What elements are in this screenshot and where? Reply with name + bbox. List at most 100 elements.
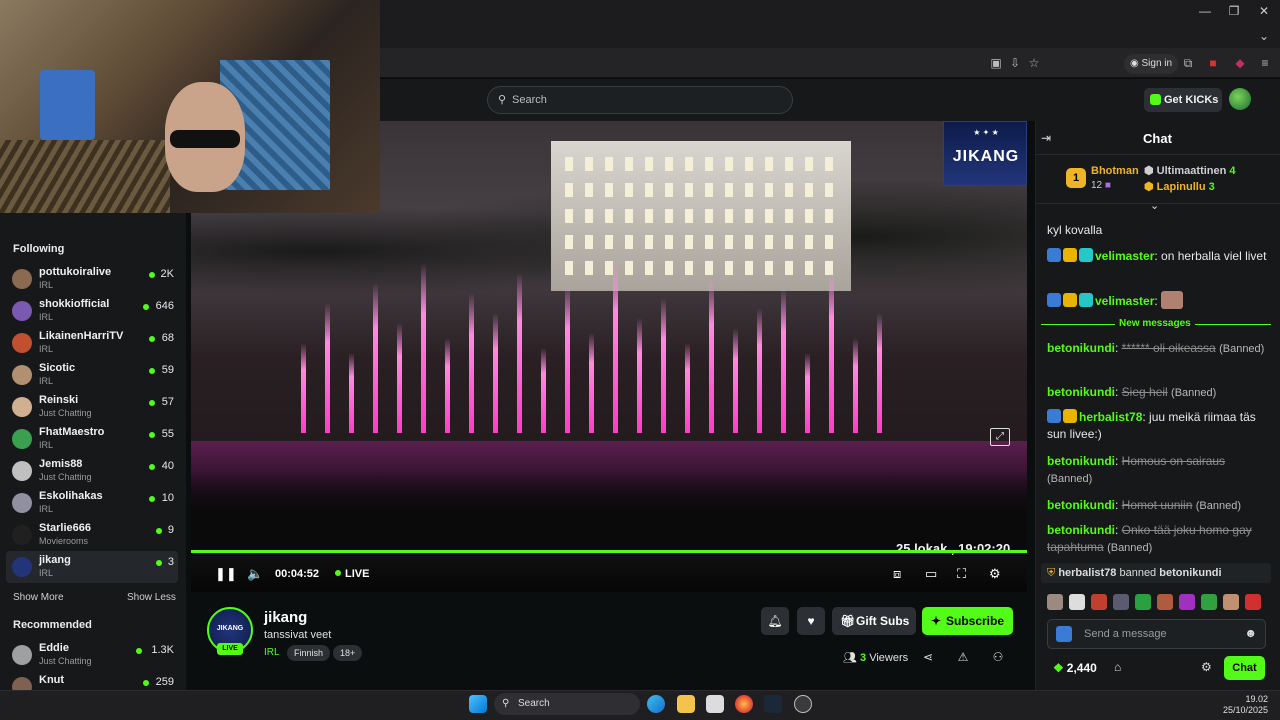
app-icon[interactable] bbox=[794, 695, 812, 713]
user-avatar[interactable] bbox=[1229, 88, 1251, 110]
channel-avatar bbox=[12, 645, 32, 665]
message-user[interactable]: velimaster bbox=[1095, 294, 1154, 308]
edge-icon[interactable] bbox=[647, 695, 665, 713]
pause-icon[interactable]: ❚❚ bbox=[215, 566, 237, 582]
restore-icon[interactable]: ❐ bbox=[1223, 4, 1245, 20]
viewer-count: 9 bbox=[167, 524, 174, 536]
show-less-link[interactable]: Show Less bbox=[127, 592, 176, 603]
emote-icon[interactable] bbox=[1179, 594, 1195, 610]
picture-in-picture-icon[interactable]: ▣ bbox=[988, 55, 1004, 71]
emote-icon[interactable] bbox=[1113, 594, 1129, 610]
sub-gift-icon: ■ bbox=[1104, 180, 1111, 191]
get-kicks-button[interactable]: Get KICKs bbox=[1144, 88, 1222, 112]
store-app-icon[interactable] bbox=[706, 695, 724, 713]
report-icon[interactable]: ⚠ bbox=[955, 650, 971, 666]
emote-icon[interactable] bbox=[1157, 594, 1173, 610]
emoji-picker-icon[interactable]: ☻ bbox=[1244, 626, 1257, 640]
gold-badge-icon: ⬢ bbox=[1144, 181, 1157, 193]
message-user[interactable]: betonikundi bbox=[1047, 523, 1115, 537]
tag-language[interactable]: Finnish bbox=[287, 645, 331, 661]
message-user[interactable]: betonikundi bbox=[1047, 498, 1115, 512]
close-window-icon[interactable]: ✕ bbox=[1253, 4, 1275, 20]
sign-in-button[interactable]: ◉ Sign in bbox=[1124, 54, 1179, 74]
fountain-jet bbox=[397, 323, 402, 433]
menu-icon[interactable]: ≡ bbox=[1257, 55, 1273, 71]
taskbar-search[interactable]: ⚲ Search bbox=[494, 693, 640, 715]
share-icon[interactable]: ⋖ bbox=[920, 650, 936, 666]
sidebar-channel-jemis88[interactable]: Jemis88 Just Chatting 40 bbox=[6, 455, 178, 487]
message-user[interactable]: betonikundi bbox=[1047, 385, 1115, 399]
stream-category[interactable]: IRL bbox=[264, 647, 280, 658]
leader-name-2[interactable]: ⬢ Ultimaattinen 4 bbox=[1144, 164, 1236, 177]
chat-message-input[interactable]: Send a message ☻ bbox=[1047, 619, 1266, 649]
emote-icon[interactable] bbox=[1069, 594, 1085, 610]
show-more-link[interactable]: Show More bbox=[13, 592, 64, 603]
leader-name-3[interactable]: ⬢ Lapinullu 3 bbox=[1144, 180, 1215, 193]
store-icon[interactable]: ⌂ bbox=[1114, 660, 1121, 674]
emote-icon[interactable] bbox=[1245, 594, 1261, 610]
downloads-icon[interactable]: ⇩ bbox=[1007, 55, 1023, 71]
clip-icon[interactable]: ⧈ bbox=[893, 566, 901, 582]
sidebar-channel-starlie666[interactable]: Starlie666 Movierooms 9 bbox=[6, 519, 178, 551]
emote-icon[interactable] bbox=[1091, 594, 1107, 610]
message-user[interactable]: velimaster bbox=[1095, 249, 1154, 263]
chat-settings-icon[interactable]: ⚙ bbox=[1201, 660, 1212, 674]
extension-badge-icon[interactable]: ■ bbox=[1205, 55, 1221, 71]
bookmark-star-icon[interactable]: ☆ bbox=[1026, 55, 1042, 71]
firefox-icon[interactable] bbox=[735, 695, 753, 713]
sidebar-channel-sicotic[interactable]: Sicotic IRL 59 bbox=[6, 359, 178, 391]
extensions-icon[interactable]: ⧉ bbox=[1180, 55, 1196, 71]
tag-age[interactable]: 18+ bbox=[333, 645, 363, 661]
expand-leaderboard-icon[interactable]: ⌄ bbox=[1150, 199, 1159, 212]
star-icon: ✦ bbox=[931, 614, 942, 628]
channel-points[interactable]: ❖ 2,440 bbox=[1053, 661, 1097, 675]
emote-icon[interactable] bbox=[1135, 594, 1151, 610]
sidebar-channel-eskolihakas[interactable]: Eskolihakas IRL 10 bbox=[6, 487, 178, 519]
expand-icon[interactable]: ⤢ bbox=[990, 428, 1010, 446]
building-window bbox=[645, 261, 653, 275]
message-user[interactable]: betonikundi bbox=[1047, 454, 1115, 468]
extension-shield-icon[interactable]: ◆ bbox=[1232, 55, 1248, 71]
settings-gear-icon[interactable]: ⚙ bbox=[989, 566, 1001, 582]
subscribe-button[interactable]: ✦ Subscribe bbox=[922, 607, 1013, 635]
search-input[interactable]: ⚲ Search bbox=[487, 86, 793, 114]
mod-user-icon[interactable]: ⚇ bbox=[990, 650, 1006, 666]
message-user[interactable]: herbalist78 bbox=[1079, 410, 1142, 424]
leader-name[interactable]: Bhotman bbox=[1091, 165, 1139, 177]
follow-heart-button[interactable]: ♥ bbox=[797, 607, 825, 635]
fullscreen-icon[interactable]: ⛶ bbox=[957, 566, 966, 582]
theater-mode-icon[interactable]: ▭ bbox=[925, 566, 937, 582]
channel-category: IRL bbox=[39, 568, 54, 578]
sidebar-channel-jikang[interactable]: jikang IRL 3 bbox=[6, 551, 178, 583]
sidebar-channel-fhatmaestro[interactable]: FhatMaestro IRL 55 bbox=[6, 423, 178, 455]
minimize-icon[interactable]: — bbox=[1194, 4, 1216, 20]
sidebar-channel-likainenharritv[interactable]: LikainenHarriTV IRL 68 bbox=[6, 327, 178, 359]
recommended-title: Recommended bbox=[13, 619, 92, 631]
sidebar-channel-shokkiofficial[interactable]: shokkiofficial IRL 646 bbox=[6, 295, 178, 327]
notification-bell-button[interactable]: 🔔︎ bbox=[761, 607, 789, 635]
video-progress-bar[interactable] bbox=[191, 550, 1027, 553]
sidebar-channel-pottukoiralive[interactable]: pottukoiralive IRL 2K bbox=[6, 263, 178, 295]
sidebar-channel-reinski[interactable]: Reinski Just Chatting 57 bbox=[6, 391, 178, 423]
emote-icon[interactable] bbox=[1201, 594, 1217, 610]
emote-icon[interactable] bbox=[1223, 594, 1239, 610]
tab-list-chevron-icon[interactable]: ⌄ bbox=[1253, 29, 1275, 45]
leader-3-label: Lapinullu bbox=[1156, 181, 1206, 193]
building-window bbox=[805, 261, 813, 275]
sidebar-channel-eddie[interactable]: Eddie Just Chatting 1.3K bbox=[6, 639, 178, 671]
chat-message: velimaster: on herballa viel livet bbox=[1047, 248, 1267, 265]
volume-icon[interactable]: 🔈 bbox=[247, 566, 263, 582]
chat-message: betonikundi: Homot uuniin (Banned) bbox=[1047, 498, 1241, 512]
ban-target[interactable]: betonikundi bbox=[1159, 567, 1221, 579]
emote-icon[interactable] bbox=[1047, 594, 1063, 610]
live-dot-icon bbox=[136, 648, 142, 654]
send-chat-button[interactable]: Chat bbox=[1224, 656, 1265, 680]
gift-subs-button[interactable]: 🎁︎ Gift Subs bbox=[832, 607, 916, 635]
message-user[interactable]: betonikundi bbox=[1047, 341, 1115, 355]
steam-icon[interactable] bbox=[764, 695, 782, 713]
ban-actor[interactable]: herbalist78 bbox=[1058, 567, 1116, 579]
fountain-jet bbox=[733, 328, 738, 433]
start-icon[interactable] bbox=[469, 695, 487, 713]
channel-name[interactable]: jikang bbox=[264, 609, 307, 626]
file-explorer-icon[interactable] bbox=[677, 695, 695, 713]
